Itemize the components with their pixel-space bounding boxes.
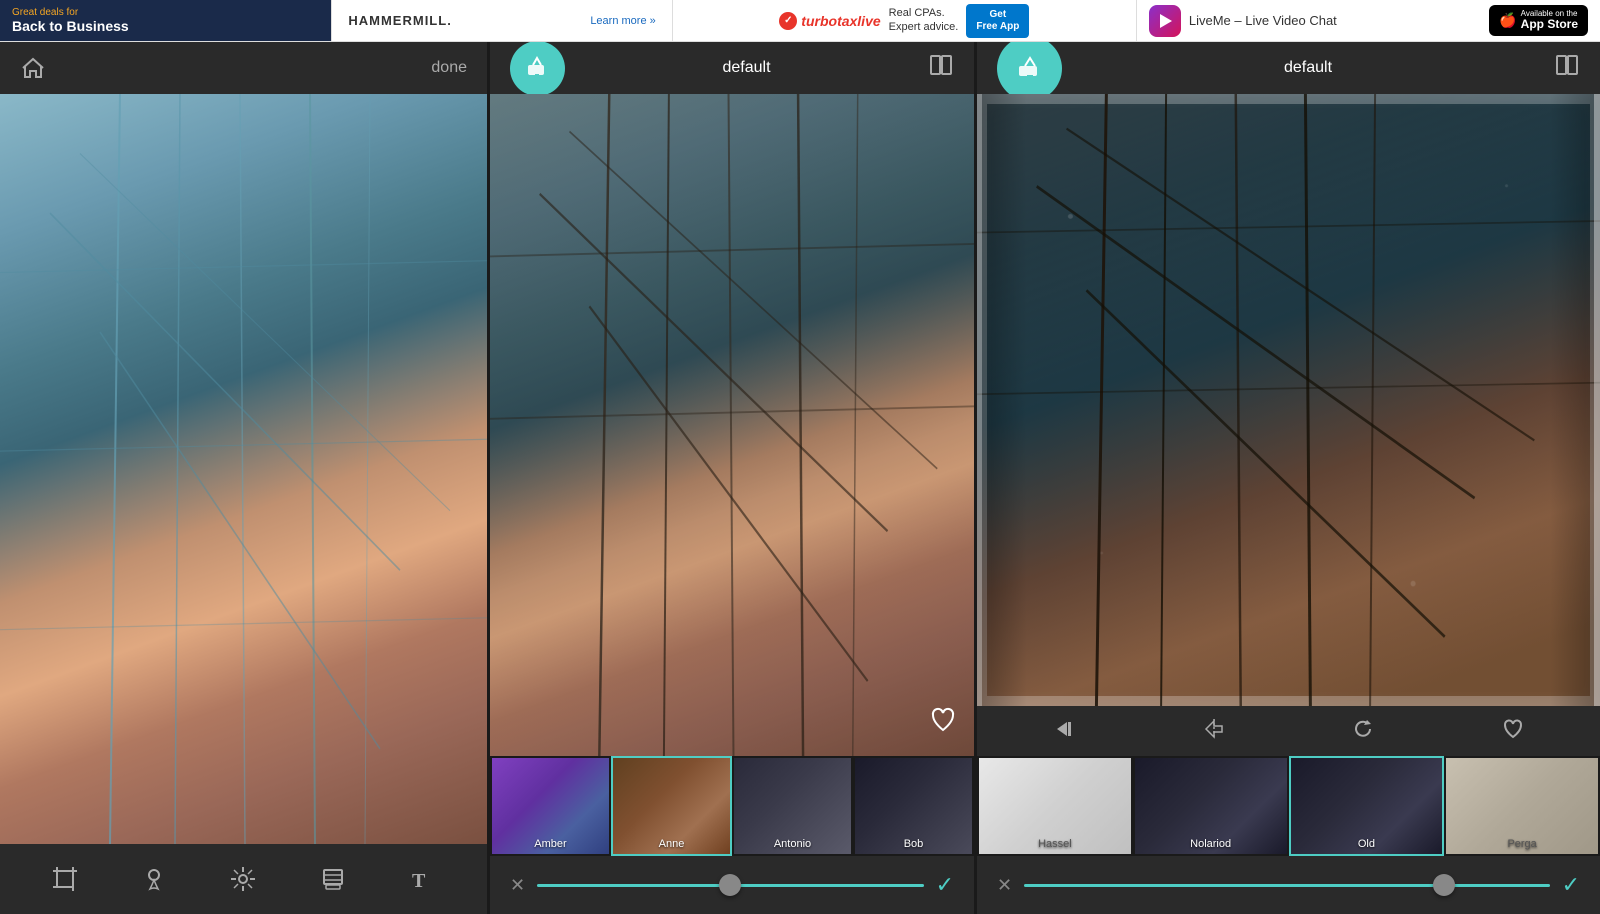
play-back-button[interactable] <box>1053 718 1075 745</box>
panel2-split-button[interactable] <box>928 52 954 84</box>
panel3-slider-handle[interactable] <box>1433 874 1455 896</box>
panel-2-filter: default <box>487 42 974 914</box>
panel3-split-button[interactable] <box>1554 52 1580 84</box>
turbotax-logo: ✓ turbotaxlive <box>779 12 880 30</box>
hassel-label: Hassel <box>979 838 1131 850</box>
panel3-title: default <box>1284 59 1332 77</box>
app-store-button[interactable]: 🍎 Available on the App Store <box>1489 5 1588 37</box>
panel1-photo-area <box>0 94 487 844</box>
liveme-app-icon <box>1149 5 1181 37</box>
panel-1-photo-editor: done <box>0 42 487 914</box>
perga-label: Perga <box>1446 838 1598 850</box>
panel2-photo-area <box>490 94 974 756</box>
filter-anne[interactable]: Anne <box>611 756 732 856</box>
panel1-header: done <box>0 42 487 94</box>
done-button[interactable]: done <box>431 59 467 77</box>
app-store-text: Available on the App Store <box>1521 10 1578 32</box>
layers-tool-button[interactable] <box>319 865 347 893</box>
text-tool-button[interactable]: T <box>408 865 436 893</box>
filter-amber[interactable]: Amber <box>490 756 611 856</box>
main-content: done <box>0 42 1600 914</box>
panel3-intensity-slider[interactable] <box>1024 884 1549 887</box>
panel3-cancel-button[interactable]: ✕ <box>997 875 1012 896</box>
great-deals-text: Great deals for <box>12 7 78 18</box>
panel2-heart-button[interactable] <box>928 705 958 740</box>
panel2-eraser-button[interactable] <box>510 42 565 96</box>
panel3-filter-thumbnails: Hassel Nolariod Old Perga <box>977 756 1600 856</box>
panel3-eraser-button[interactable] <box>997 42 1062 101</box>
effects-tool-button[interactable] <box>229 865 257 893</box>
turbotax-check-icon: ✓ <box>779 12 797 30</box>
amber-label: Amber <box>492 838 609 850</box>
back-business-text: Back to Business <box>12 18 129 34</box>
panel3-photo <box>977 94 1600 706</box>
ad-liveme[interactable]: LiveMe – Live Video Chat 🍎 Available on … <box>1137 0 1600 41</box>
bob-label: Bob <box>855 838 972 850</box>
turbotax-tagline: Real CPAs. Expert advice. <box>889 7 959 33</box>
filter-hassel[interactable]: Hassel <box>977 756 1133 856</box>
panel2-slider-handle[interactable] <box>719 874 741 896</box>
old-label: Old <box>1291 838 1443 850</box>
ad-banner: Great deals for Back to Business HAMMERM… <box>0 0 1600 42</box>
turbotax-get-button[interactable]: Get Free App <box>966 4 1029 38</box>
panel2-header: default <box>490 42 974 94</box>
panel3-header: default <box>977 42 1600 94</box>
filter-antonio[interactable]: Antonio <box>732 756 853 856</box>
panel3-action-bar <box>977 706 1600 756</box>
learn-more-link[interactable]: Learn more » <box>590 15 655 27</box>
panel2-filter-controls: ✕ ✓ <box>490 856 974 914</box>
panel3-confirm-button[interactable]: ✓ <box>1562 872 1580 898</box>
filter-bob[interactable]: Bob <box>853 756 974 856</box>
apple-icon: 🍎 <box>1499 12 1516 29</box>
turbotax-name: turbotaxlive <box>801 13 880 29</box>
nolariod-label: Nolariod <box>1135 838 1287 850</box>
flip-button[interactable] <box>1203 718 1225 745</box>
panel3-filter-controls: ✕ ✓ <box>977 856 1600 914</box>
ad-back-business[interactable]: Great deals for Back to Business <box>0 0 332 41</box>
brush-tool-button[interactable] <box>140 865 168 893</box>
home-button[interactable] <box>20 55 46 81</box>
filter-perga[interactable]: Perga <box>1444 756 1600 856</box>
anne-label: Anne <box>613 838 730 850</box>
antonio-label: Antonio <box>734 838 851 850</box>
panel2-intensity-slider[interactable] <box>537 884 923 887</box>
panel2-cancel-button[interactable]: ✕ <box>510 875 525 896</box>
ad-turbotax[interactable]: ✓ turbotaxlive Real CPAs. Expert advice.… <box>673 0 1137 41</box>
svg-text:T: T <box>412 870 426 892</box>
panel2-title: default <box>722 59 770 77</box>
filter-old[interactable]: Old <box>1289 756 1445 856</box>
filter-nolariod[interactable]: Nolariod <box>1133 756 1289 856</box>
panel3-heart-button[interactable] <box>1502 718 1524 745</box>
rotate-button[interactable] <box>1352 718 1374 745</box>
ad-hammermill[interactable]: HAMMERMILL. Learn more » <box>332 0 672 41</box>
panel2-confirm-button[interactable]: ✓ <box>936 872 954 898</box>
panel3-photo-area <box>977 94 1600 706</box>
panel2-filter-thumbnails: Amber Anne Antonio Bob <box>490 756 974 856</box>
panel1-photo <box>0 94 487 844</box>
panel2-photo <box>490 94 974 756</box>
liveme-app-name: LiveMe – Live Video Chat <box>1189 13 1337 28</box>
hammermill-logo: HAMMERMILL. <box>348 13 451 28</box>
panel1-bottom-toolbar: T <box>0 844 487 914</box>
panel-3-filter: default <box>974 42 1600 914</box>
crop-tool-button[interactable] <box>51 865 79 893</box>
